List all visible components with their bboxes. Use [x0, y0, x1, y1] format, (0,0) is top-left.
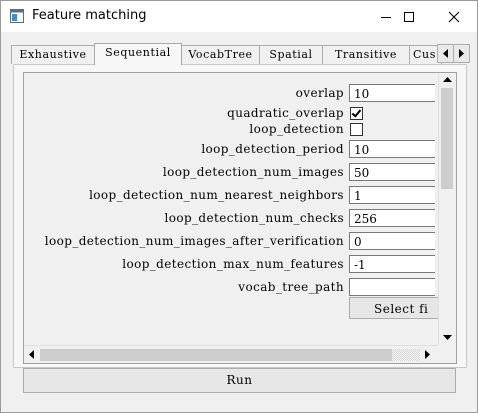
scroll-up-arrow-icon[interactable] [443, 76, 452, 82]
feature-matching-window: Feature matching Exhaustive Sequential V… [0, 0, 478, 413]
app-window-icon [10, 9, 24, 23]
vocab-tree-path-input[interactable] [349, 278, 435, 296]
scroll-corner [438, 345, 455, 362]
maximize-button[interactable] [389, 1, 429, 32]
loop-detection-num-images-after-verification-input[interactable]: 0 [349, 232, 435, 250]
option-label-vocab-tree-path: vocab_tree_path [238, 280, 344, 294]
loop-detection-num-checks-input[interactable]: 256 [349, 209, 435, 227]
window-title: Feature matching [32, 8, 147, 23]
horizontal-scrollbar[interactable] [24, 345, 438, 363]
option-label-loop-detection-num-images-after-verification: loop_detection_num_images_after_verifica… [44, 234, 344, 248]
loop-detection-num-nearest-neighbors-input[interactable]: 1 [349, 186, 435, 204]
close-button[interactable] [434, 1, 474, 32]
option-label-loop-detection-num-checks: loop_detection_num_checks [164, 211, 344, 225]
scroll-right-arrow-icon[interactable] [425, 350, 431, 359]
option-label-loop-detection-max-num-features: loop_detection_max_num_features [122, 257, 344, 271]
option-label-loop-detection: loop_detection [249, 122, 344, 136]
tab-scroll-left-button[interactable] [437, 44, 454, 63]
quadratic-overlap-checkbox[interactable] [350, 107, 363, 120]
loop-detection-period-input[interactable]: 10 [349, 140, 435, 158]
title-bar[interactable]: Feature matching [1, 1, 477, 32]
option-label-loop-detection-num-images: loop_detection_num_images [162, 165, 344, 179]
option-label-loop-detection-period: loop_detection_period [201, 142, 344, 156]
tab-sequential[interactable]: Sequential [94, 43, 182, 65]
options-viewport: overlap 10 quadratic_overlap loop_detect… [24, 73, 438, 345]
arrow-left-icon [443, 49, 448, 58]
maximize-icon [404, 11, 414, 22]
sequential-options-panel: overlap 10 quadratic_overlap loop_detect… [13, 64, 467, 368]
select-file-button[interactable]: Select fi [349, 297, 438, 319]
option-label-overlap: overlap [295, 86, 344, 100]
options-scroll-area: overlap 10 quadratic_overlap loop_detect… [23, 72, 457, 364]
loop-detection-checkbox[interactable] [350, 123, 363, 136]
tab-vocabtree[interactable]: VocabTree [181, 45, 260, 64]
run-button[interactable]: Run [23, 368, 456, 393]
scroll-left-arrow-icon[interactable] [28, 350, 34, 359]
tab-spatial[interactable]: Spatial [259, 45, 323, 64]
overlap-input[interactable]: 10 [349, 84, 435, 102]
tab-exhaustive[interactable]: Exhaustive [11, 45, 95, 64]
vertical-scrollbar[interactable] [438, 73, 456, 345]
horizontal-scroll-track[interactable] [392, 349, 420, 361]
option-label-loop-detection-num-nearest-neighbors: loop_detection_num_nearest_neighbors [89, 188, 344, 202]
scroll-down-arrow-icon[interactable] [443, 335, 452, 341]
option-label-quadratic-overlap: quadratic_overlap [227, 106, 344, 120]
close-icon [448, 11, 460, 22]
tab-bar: Exhaustive Sequential VocabTree Spatial … [1, 43, 477, 65]
loop-detection-num-images-input[interactable]: 50 [349, 163, 435, 181]
loop-detection-max-num-features-input[interactable]: -1 [349, 255, 435, 273]
vertical-scroll-thumb[interactable] [441, 88, 453, 189]
arrow-right-icon [459, 49, 464, 58]
horizontal-scroll-thumb[interactable] [40, 349, 392, 361]
tab-transitive[interactable]: Transitive [322, 45, 410, 64]
tab-scroll-right-button[interactable] [453, 44, 470, 63]
